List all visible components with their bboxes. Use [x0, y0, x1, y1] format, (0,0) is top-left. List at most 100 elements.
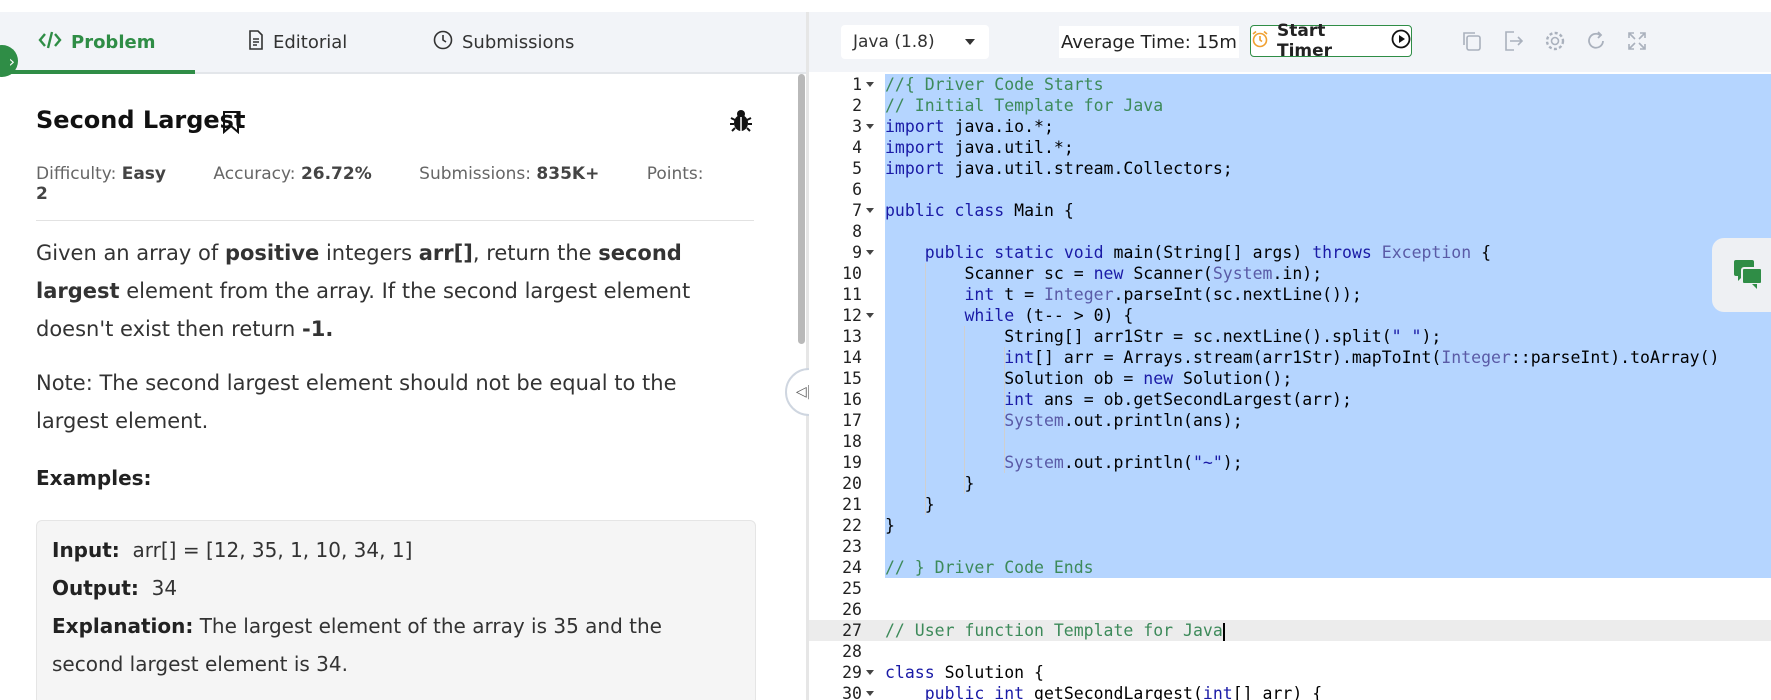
code-line[interactable]: 22}: [809, 515, 1771, 536]
code-text: //{ Driver Code Starts: [885, 75, 1104, 94]
clock-icon: [433, 30, 453, 55]
code-line[interactable]: 20 }: [809, 473, 1771, 494]
tab-editorial[interactable]: Editorial: [248, 12, 347, 72]
code-line[interactable]: 7 public class Main {: [809, 200, 1771, 221]
code-line[interactable]: 10 Scanner sc = new Scanner(System.in);: [809, 263, 1771, 284]
text-selection: [885, 536, 1771, 557]
code-line[interactable]: 3 import java.io.*;: [809, 116, 1771, 137]
line-number: 9: [852, 243, 862, 262]
code-line[interactable]: 11 int t = Integer.parseInt(sc.nextLine(…: [809, 284, 1771, 305]
line-number: 11: [842, 285, 862, 304]
desc-text: , return the: [472, 241, 599, 265]
code-editor[interactable]: 1 //{ Driver Code Starts 2 // Initial Templ…: [809, 72, 1771, 700]
code-text: // } Driver Code Ends: [885, 558, 1094, 577]
code-text: import java.io.*;: [885, 117, 1054, 136]
code-line[interactable]: 1 //{ Driver Code Starts: [809, 74, 1771, 95]
fold-arrow-icon[interactable]: [866, 82, 874, 87]
line-number: 14: [842, 348, 862, 367]
code-line[interactable]: 27 // User function Template for Java: [809, 620, 1771, 641]
accuracy-label: Accuracy:: [213, 164, 296, 184]
code-line[interactable]: 26: [809, 599, 1771, 620]
reset-icon[interactable]: [1585, 30, 1609, 54]
copy-icon[interactable]: [1461, 30, 1485, 54]
code-line[interactable]: 8: [809, 221, 1771, 242]
fold-arrow-icon[interactable]: [866, 250, 874, 255]
code-line[interactable]: 6: [809, 179, 1771, 200]
line-number: 17: [842, 411, 862, 430]
fold-arrow-icon[interactable]: [866, 313, 874, 318]
code-text: while (t-- > 0) {: [964, 306, 1134, 325]
code-line[interactable]: 30 public int getSecondLargest(int[] arr…: [809, 683, 1771, 700]
example-input: Input: arr[] = [12, 35, 1, 10, 34, 1]: [52, 531, 412, 569]
code-line[interactable]: 16 int ans = ob.getSecondLargest(arr);: [809, 389, 1771, 410]
document-icon: [248, 29, 264, 55]
desc-bold: positive: [224, 241, 320, 265]
code-line[interactable]: 25: [809, 578, 1771, 599]
line-number: 10: [842, 264, 862, 283]
text-selection: [885, 221, 1771, 242]
code-line[interactable]: 4 import java.util.*;: [809, 137, 1771, 158]
tab-editorial-label: Editorial: [273, 31, 348, 53]
code-line[interactable]: 2 // Initial Template for Java: [809, 95, 1771, 116]
code-line[interactable]: 14 int[] arr = Arrays.stream(arr1Str).ma…: [809, 347, 1771, 368]
line-number: 29: [842, 663, 862, 682]
explanation-text: The largest element of the array is 35 a…: [199, 614, 662, 638]
chevron-down-icon: [965, 39, 975, 45]
points-label: Points:: [646, 164, 704, 184]
indent-guide: [1004, 347, 1006, 473]
code-line[interactable]: 29 class Solution {: [809, 662, 1771, 683]
problem-meta: Difficulty: Easy Accuracy: 26.72% Submis…: [36, 164, 754, 221]
desc-bold: -1.: [302, 317, 334, 341]
code-line[interactable]: 28: [809, 641, 1771, 662]
fold-arrow-icon[interactable]: [866, 670, 874, 675]
code-line[interactable]: 15 Solution ob = new Solution();: [809, 368, 1771, 389]
difficulty-label: Difficulty:: [36, 164, 117, 184]
code-line[interactable]: 23: [809, 536, 1771, 557]
fold-arrow-icon[interactable]: [866, 208, 874, 213]
tab-problem[interactable]: Problem: [38, 12, 155, 72]
language-select[interactable]: Java (1.8): [841, 25, 989, 59]
line-number: 2: [852, 96, 862, 115]
code-line[interactable]: 21 }: [809, 494, 1771, 515]
code-text: public int getSecondLargest(int[] arr) {: [924, 684, 1323, 700]
code-text: int t = Integer.parseInt(sc.nextLine());: [964, 285, 1362, 304]
code-line[interactable]: 12 while (t-- > 0) {: [809, 305, 1771, 326]
points-value: 2: [36, 184, 48, 204]
code-line[interactable]: 18: [809, 431, 1771, 452]
chat-button[interactable]: [1712, 238, 1771, 312]
problem-scrollbar[interactable]: [798, 74, 805, 344]
line-number: 4: [852, 138, 862, 157]
code-line[interactable]: 9 public static void main(String[] args)…: [809, 242, 1771, 263]
start-timer-button[interactable]: Start Timer: [1250, 21, 1412, 61]
line-number: 26: [842, 600, 862, 619]
accuracy: Accuracy: 26.72%: [213, 164, 371, 184]
code-line[interactable]: 19 System.out.println("~");: [809, 452, 1771, 473]
example-output: Output: 34: [52, 569, 177, 607]
difficulty-value: Easy: [121, 164, 167, 184]
example-explanation: Explanation: The largest element of the …: [52, 607, 662, 645]
gear-icon[interactable]: [1544, 30, 1568, 54]
fold-arrow-icon[interactable]: [866, 124, 874, 129]
code-text: System.out.println(ans);: [1004, 411, 1243, 430]
fold-arrow-icon[interactable]: [866, 691, 874, 696]
line-number: 28: [842, 642, 862, 661]
text-cursor: [1222, 622, 1225, 641]
accuracy-value: 26.72%: [300, 164, 372, 184]
bug-report-icon[interactable]: [728, 108, 754, 138]
active-tab-indicator: [0, 70, 195, 74]
desc-text: Given an array of: [36, 241, 225, 265]
line-number: 27: [842, 621, 862, 640]
output-value: 34: [151, 576, 178, 600]
code-line[interactable]: 5 import java.util.stream.Collectors;: [809, 158, 1771, 179]
line-number: 1: [852, 75, 862, 94]
code-line[interactable]: 17 System.out.println(ans);: [809, 410, 1771, 431]
fullscreen-icon[interactable]: [1626, 30, 1650, 54]
code-text: Scanner sc = new Scanner(System.in);: [885, 264, 1323, 283]
bookmark-icon[interactable]: [222, 110, 240, 138]
line-number: 22: [842, 516, 862, 535]
import-icon[interactable]: [1502, 30, 1526, 54]
code-line[interactable]: 13 String[] arr1Str = sc.nextLine().spli…: [809, 326, 1771, 347]
difficulty: Difficulty: Easy: [36, 164, 166, 184]
tab-submissions[interactable]: Submissions: [433, 12, 574, 72]
code-line[interactable]: 24 // } Driver Code Ends: [809, 557, 1771, 578]
